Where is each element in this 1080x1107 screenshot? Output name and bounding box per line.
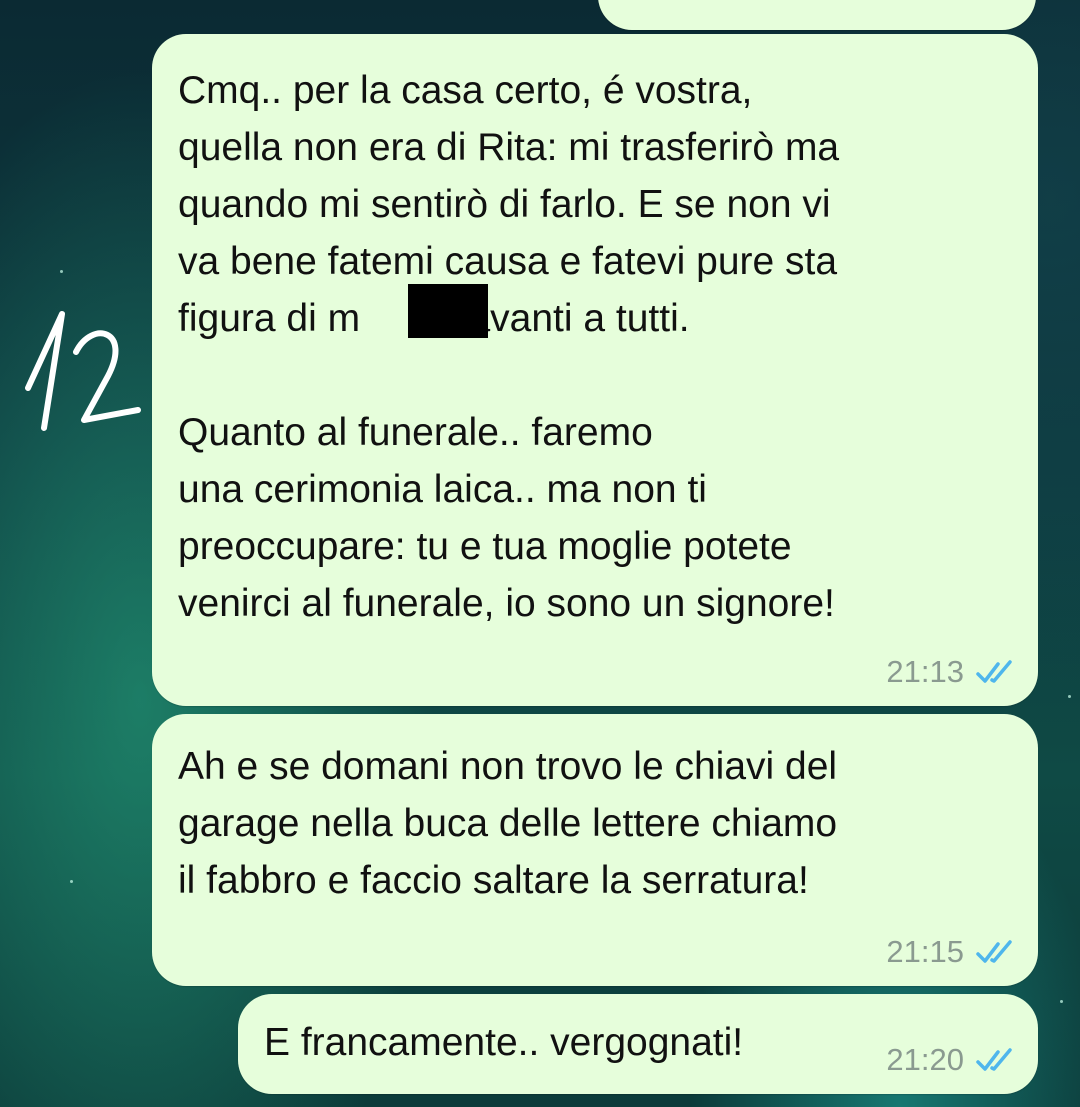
svg-text:12: 12 xyxy=(22,300,40,304)
read-ticks-icon xyxy=(976,1048,1012,1071)
previous-message-bubble[interactable] xyxy=(598,0,1036,30)
message-bubble[interactable]: Ah e se domani non trovo le chiavi del g… xyxy=(152,714,1038,986)
message-text: Ah e se domani non trovo le chiavi del g… xyxy=(178,745,838,902)
handwritten-annotation: 12 xyxy=(22,300,141,431)
message-bubble[interactable]: Cmq.. per la casa certo, é vostra, quell… xyxy=(152,34,1038,706)
message-meta: 21:15 xyxy=(886,934,1018,970)
message-meta: 21:20 xyxy=(886,1042,1018,1078)
star-decoration xyxy=(1068,695,1071,698)
message-meta: 21:13 xyxy=(886,654,1018,690)
read-ticks-icon xyxy=(976,660,1012,683)
message-bubble[interactable]: E francamente.. vergognati! 21:20 xyxy=(238,994,1038,1094)
read-ticks-icon xyxy=(976,940,1012,963)
message-timestamp: 21:15 xyxy=(886,934,964,969)
message-text: Cmq.. per la casa certo, é vostra, quell… xyxy=(178,69,840,625)
message-timestamp: 21:20 xyxy=(886,1042,964,1077)
star-decoration xyxy=(1060,1000,1063,1003)
message-timestamp: 21:13 xyxy=(886,654,964,689)
message-text: E francamente.. vergognati! xyxy=(264,1021,744,1064)
redaction-box xyxy=(408,284,488,338)
star-decoration xyxy=(70,880,73,883)
star-decoration xyxy=(60,270,63,273)
